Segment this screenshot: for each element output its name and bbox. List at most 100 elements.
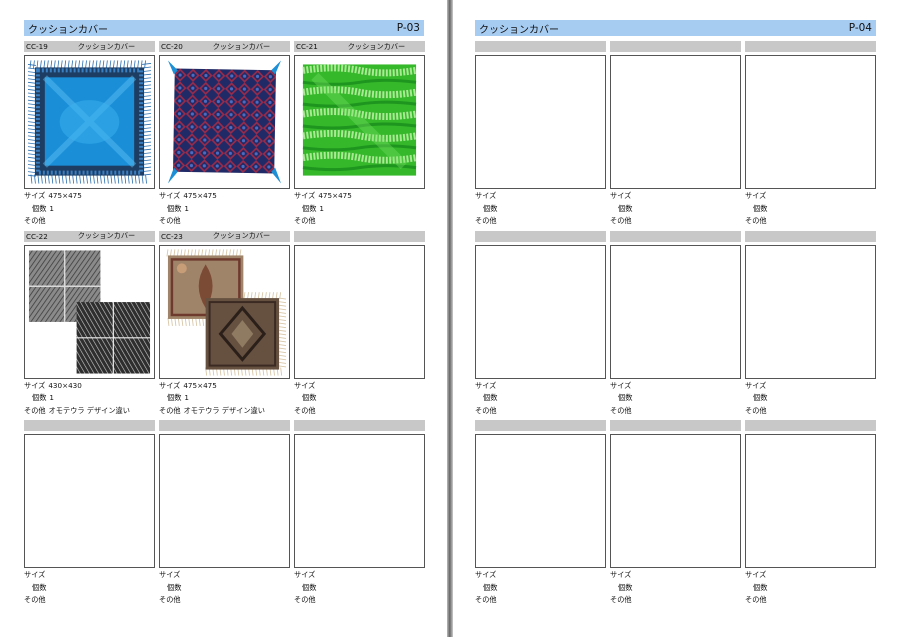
other-row: その他 bbox=[294, 405, 425, 418]
green-satin-cushion-image bbox=[294, 55, 425, 189]
empty-photo-frame bbox=[745, 244, 876, 379]
quantity-label: 個数 bbox=[32, 393, 47, 403]
quantity-label: 個数 bbox=[32, 203, 47, 213]
card-header bbox=[745, 420, 876, 431]
size-label: サイズ bbox=[610, 570, 632, 579]
empty-photo-frame bbox=[294, 244, 425, 379]
quantity-label: 個数 bbox=[167, 582, 182, 592]
catalog-page-right: クッションカバー P-04 サイズ 個数 その他 サイズ 個数 その他 サイズ … bbox=[453, 0, 900, 637]
size-label: サイズ bbox=[159, 570, 181, 579]
size-row: サイズ bbox=[159, 569, 290, 582]
quantity-label: 個数 bbox=[483, 582, 498, 592]
other-row: その他 bbox=[159, 594, 290, 607]
page-header: クッションカバー P-03 bbox=[24, 20, 424, 36]
other-label: その他 bbox=[294, 216, 316, 226]
other-row: その他 bbox=[745, 215, 876, 228]
quantity-value: 1 bbox=[184, 393, 189, 403]
card-header bbox=[610, 230, 741, 242]
brown-fringed-cushion-image bbox=[159, 244, 290, 379]
quantity-value: 1 bbox=[319, 203, 324, 213]
other-label: その他 bbox=[24, 595, 46, 605]
quantity-row: 個数 bbox=[610, 392, 741, 405]
empty-photo-frame bbox=[475, 55, 606, 189]
navy-damask-cushion-image bbox=[159, 55, 290, 189]
quantity-label: 個数 bbox=[618, 582, 633, 592]
product-card: CC-21 クッションカバー サイズ 475×475 個数 1 その他 bbox=[294, 41, 425, 231]
size-row: サイズ bbox=[610, 380, 741, 393]
product-card: CC-19 クッションカバー サイズ 475×475 個数 1 その他 bbox=[24, 41, 155, 231]
product-grid: CC-19 クッションカバー サイズ 475×475 個数 1 その他 CC-20 bbox=[24, 41, 425, 610]
quantity-row: 個数 bbox=[745, 392, 876, 405]
size-value: 430×430 bbox=[48, 380, 82, 390]
size-row: サイズ bbox=[294, 380, 425, 393]
empty-photo-frame bbox=[745, 55, 876, 189]
quantity-row: 個数 bbox=[475, 582, 606, 595]
quantity-row: 個数 bbox=[610, 582, 741, 595]
empty-photo-frame bbox=[475, 434, 606, 568]
product-info: サイズ 個数 その他 bbox=[610, 569, 741, 607]
grey-striped-cushion-image bbox=[24, 244, 155, 379]
quantity-label: 個数 bbox=[32, 582, 47, 592]
product-info: サイズ 個数 その他 bbox=[475, 569, 606, 607]
product-card: サイズ 個数 その他 bbox=[745, 420, 876, 610]
catalog-page-left: クッションカバー P-03 CC-19 クッションカバー サイズ 475×475 … bbox=[0, 0, 447, 637]
product-info: サイズ 個数 その他 bbox=[745, 380, 876, 418]
product-info: サイズ 個数 その他 bbox=[610, 380, 741, 418]
other-value: オモテウラ デザイン違い bbox=[183, 405, 265, 415]
other-label: その他 bbox=[475, 405, 497, 415]
empty-photo-frame bbox=[24, 434, 155, 568]
size-label: サイズ bbox=[745, 380, 767, 390]
other-row: その他 オモテウラ デザイン違い bbox=[24, 405, 155, 418]
quantity-label: 個数 bbox=[753, 582, 768, 592]
product-info: サイズ 個数 その他 bbox=[294, 569, 425, 607]
size-value: 475×475 bbox=[183, 380, 217, 390]
other-label: その他 bbox=[475, 595, 497, 605]
size-label: サイズ bbox=[159, 380, 181, 390]
size-value: 475×475 bbox=[48, 191, 82, 200]
size-row: サイズ 475×475 bbox=[24, 190, 155, 203]
size-label: サイズ bbox=[475, 380, 497, 390]
quantity-value: 1 bbox=[49, 393, 54, 403]
other-label: その他 bbox=[294, 405, 316, 415]
other-row: その他 オモテウラ デザイン違い bbox=[159, 405, 290, 418]
other-label: その他 bbox=[745, 405, 767, 415]
empty-photo-frame bbox=[745, 434, 876, 568]
size-label: サイズ bbox=[24, 191, 46, 200]
card-header: CC-22 クッションカバー bbox=[24, 230, 155, 242]
quantity-row: 個数 bbox=[24, 582, 155, 595]
other-row: その他 bbox=[294, 215, 425, 228]
size-value: 475×475 bbox=[183, 191, 217, 200]
quantity-row: 個数 bbox=[475, 392, 606, 405]
quantity-row: 個数 bbox=[159, 582, 290, 595]
size-row: サイズ bbox=[745, 190, 876, 203]
other-label: その他 bbox=[745, 216, 767, 226]
quantity-label: 個数 bbox=[753, 393, 768, 403]
other-label: その他 bbox=[159, 405, 181, 415]
card-header bbox=[610, 420, 741, 431]
product-info: サイズ 個数 その他 bbox=[294, 380, 425, 418]
product-name: クッションカバー bbox=[212, 41, 271, 51]
size-row: サイズ bbox=[294, 569, 425, 582]
size-label: サイズ bbox=[745, 191, 767, 200]
product-card: サイズ 個数 その他 bbox=[24, 420, 155, 610]
card-header bbox=[610, 41, 741, 52]
product-card: サイズ 個数 その他 bbox=[475, 230, 606, 421]
product-info: サイズ 475×475 個数 1 その他 bbox=[24, 190, 155, 228]
product-card: サイズ 個数 その他 bbox=[610, 41, 741, 231]
quantity-label: 個数 bbox=[618, 393, 633, 403]
size-label: サイズ bbox=[294, 380, 316, 390]
product-name: クッションカバー bbox=[77, 41, 136, 51]
other-label: その他 bbox=[24, 216, 46, 226]
page-header: クッションカバー P-04 bbox=[475, 20, 876, 36]
product-card: サイズ 個数 その他 bbox=[745, 230, 876, 421]
product-card: CC-22 クッションカバー サイズ 430×430 個数 1 その他 オモテウ… bbox=[24, 230, 155, 421]
product-code: CC-23 bbox=[161, 231, 183, 241]
product-grid: サイズ 個数 その他 サイズ 個数 その他 サイズ 個数 その他 サイズ 個数 … bbox=[475, 41, 876, 610]
size-row: サイズ 430×430 bbox=[24, 380, 155, 393]
other-row: その他 bbox=[745, 594, 876, 607]
size-row: サイズ bbox=[745, 569, 876, 582]
quantity-row: 個数 bbox=[745, 203, 876, 216]
other-label: その他 bbox=[475, 216, 497, 226]
empty-photo-frame bbox=[159, 434, 290, 568]
product-card: サイズ 個数 その他 bbox=[745, 41, 876, 231]
